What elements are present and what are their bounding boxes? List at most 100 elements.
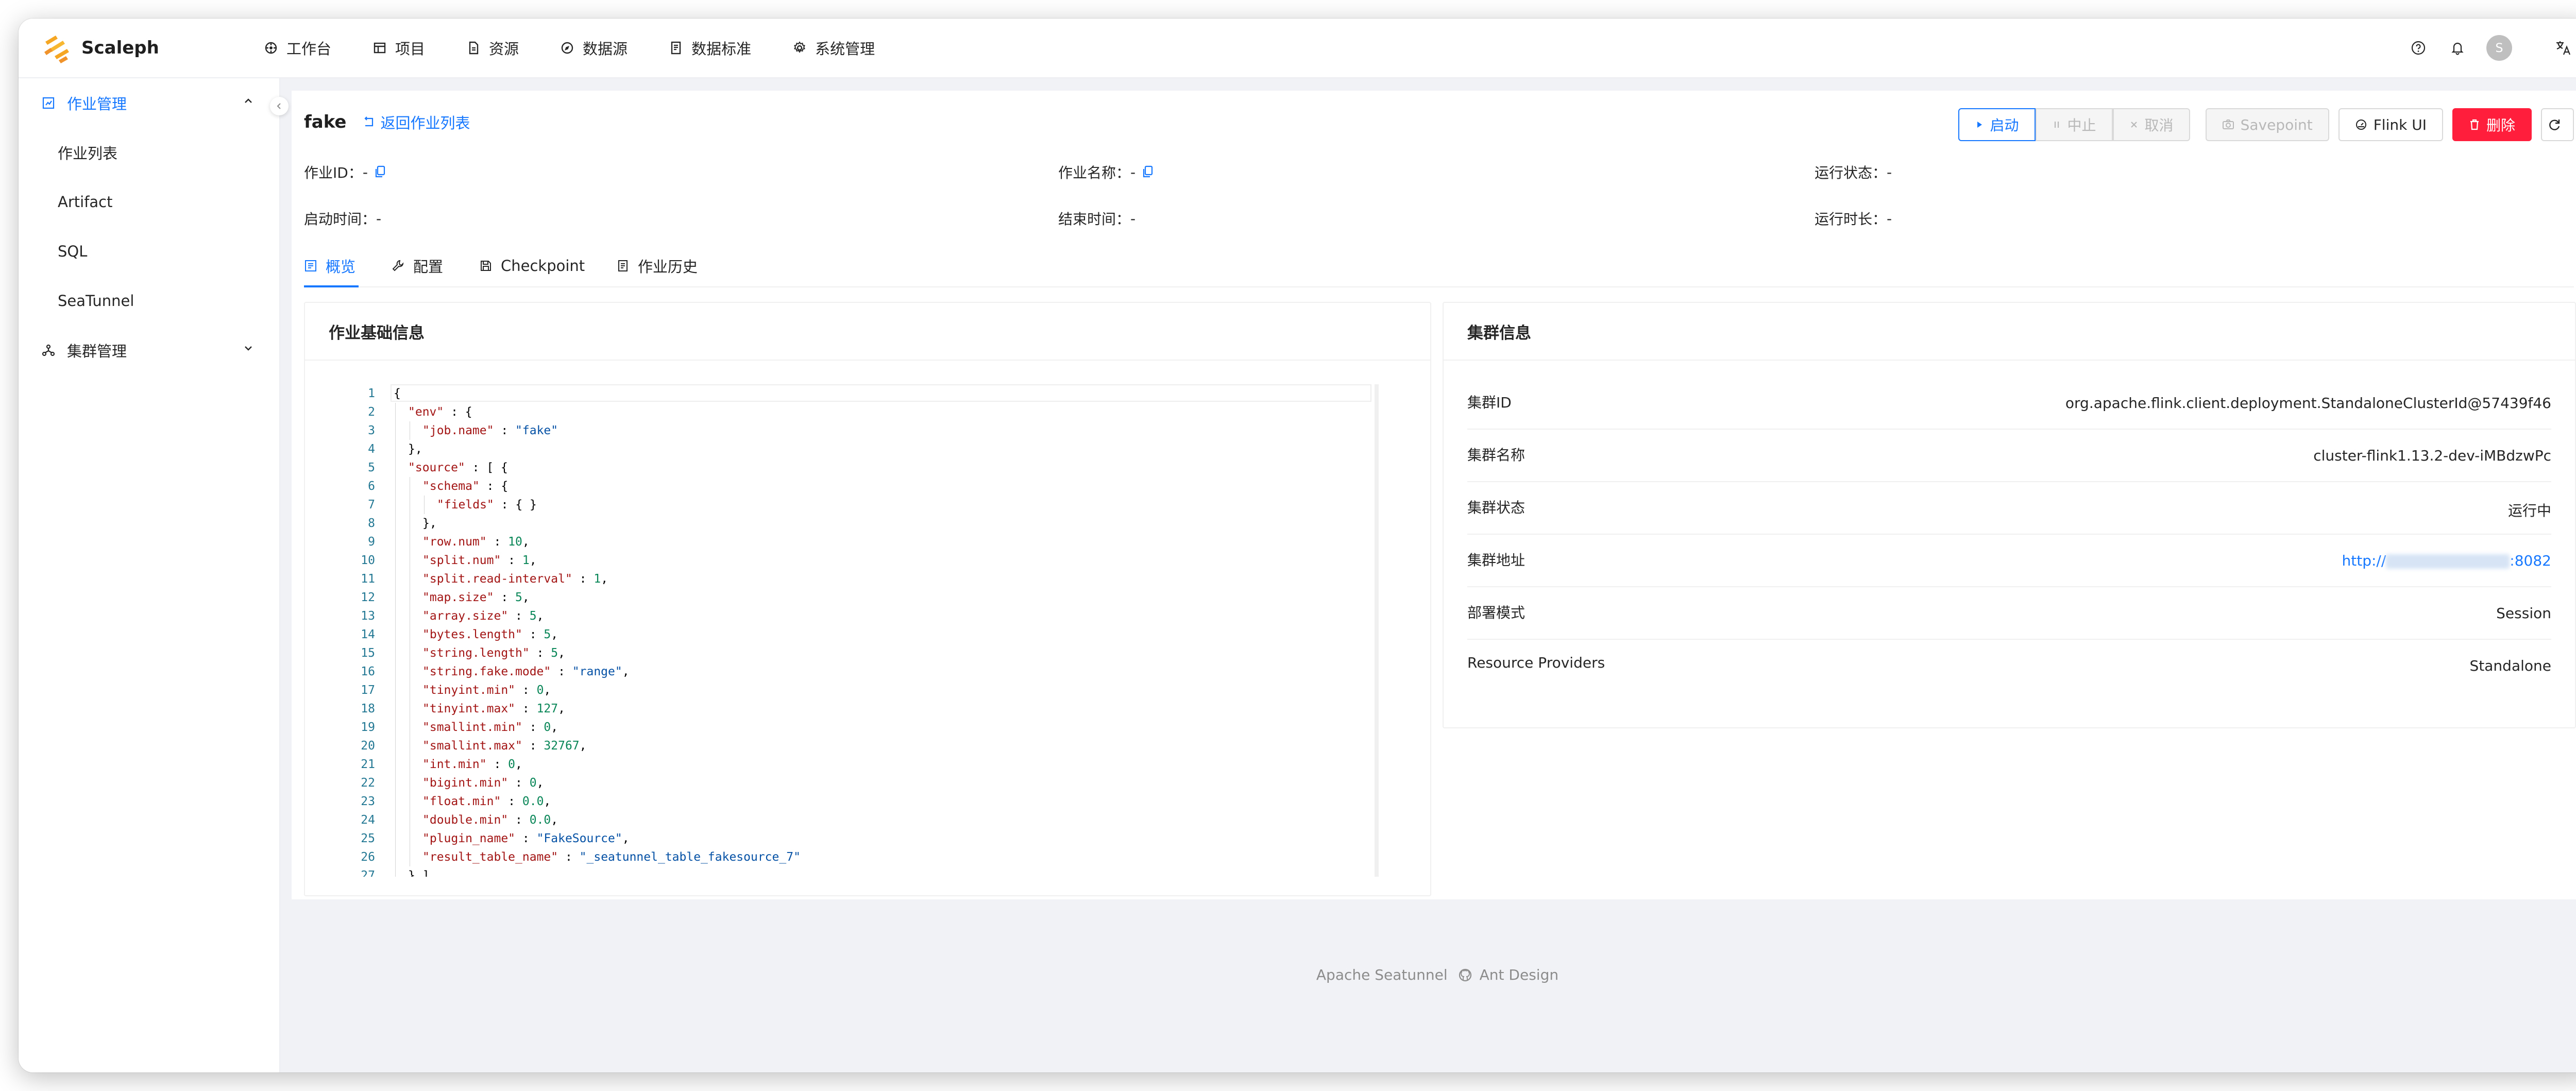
stop-button[interactable]: 中止 [2035,108,2113,141]
line-number: 16 [361,665,375,678]
page-header: fake 返回作业列表 [304,111,470,133]
copy-icon[interactable] [374,165,386,179]
code-token: "env" [408,405,444,419]
code-lines: 1{2 "env" : {3 "job.name" : "fake" 4}, 5 "sou… [331,384,1379,877]
code-token: 1 [522,554,530,567]
translate-icon[interactable] [2553,38,2574,58]
code-editor[interactable]: 1{2 "env" : {3 "job.name" : "fake" 4}, 5 "sou… [331,384,1379,877]
run-state-value: - [1887,163,1892,181]
code-token: "plugin_name" [422,832,516,845]
code-line: 3 "job.name" : "fake" [331,421,1379,440]
cluster-icon [42,344,55,356]
nav-item-system[interactable]: 系统管理 [792,37,875,59]
line-number: 22 [361,776,375,790]
nav-item-data-standard[interactable]: 数据标准 [669,37,751,59]
tab-config[interactable]: 配置 [392,245,443,286]
code-line: 10 "split.num" : 1, [331,551,1379,570]
back-to-job-list-link[interactable]: 返回作业列表 [362,111,470,133]
code-token: "double.min" [422,813,509,827]
code-text: } ], [408,866,436,877]
code-line: 25 "plugin_name" : "FakeSource", [331,829,1379,848]
nav-item-project[interactable]: 项目 [372,37,425,59]
duration-label: 运行时长： [1815,211,1887,228]
code-text: "row.num" : 10, [422,533,530,551]
code-line: 11 "split.read-interval" : 1, [331,570,1379,588]
code-text: "split.num" : 1, [422,551,537,570]
code-token: "tinyint.max" [422,702,516,715]
github-icon[interactable] [1458,968,1472,982]
refresh-icon [2549,120,2560,130]
sidebar-item-job-list[interactable]: 作业列表 [19,128,279,177]
play-icon [1977,122,1982,128]
code-token: : [486,758,509,771]
tab-label: 配置 [413,258,444,276]
sidebar-item-artifact[interactable]: Artifact [19,177,279,227]
code-token: 10 [508,535,522,549]
cancel-label: 取消 [2144,117,2174,134]
close-icon [2130,122,2137,128]
cluster-address-link[interactable]: http://:8082 [2342,552,2551,569]
nav-item-datasource[interactable]: 数据源 [560,37,628,59]
sidebar-group-cluster-management[interactable]: 集群管理 [19,326,279,375]
cancel-button[interactable]: 取消 [2112,108,2190,141]
nav-item-resource[interactable]: 资源 [466,37,519,59]
top-nav: 工作台 项目 资源 数据源 数据标准 系统管理 [264,19,916,77]
save-icon [481,261,491,271]
indent-guide [395,496,396,514]
footer-link-ant-design[interactable]: Ant Design [1480,966,1558,983]
flink-ui-button[interactable]: Flink UI [2338,108,2443,141]
code-token: "bytes.length" [422,628,522,641]
user-avatar[interactable]: S [2486,35,2512,61]
profile-icon [305,260,316,271]
indent-guide [395,625,396,644]
pause-icon [2054,122,2059,128]
start-time-field: 启动时间： - [304,208,381,229]
sidebar-item-seatunnel[interactable]: SeaTunnel [19,276,279,326]
header-actions: S [2389,19,2574,77]
start-label: 启动 [1990,117,2019,134]
row-label: 集群ID [1467,394,1512,411]
indent-guide [395,662,396,681]
footer-link-seatunnel[interactable]: Apache Seatunnel [1316,966,1448,983]
indent-guide [395,533,396,551]
tab-label: 概览 [326,258,356,276]
indent-guide [395,700,396,718]
help-icon[interactable] [2408,38,2429,58]
start-button[interactable]: 启动 [1958,108,2036,141]
savepoint-button[interactable]: Savepoint [2205,108,2329,141]
code-scrollbar[interactable] [1375,384,1379,877]
code-token: "row.num" [422,535,487,549]
nav-item-dashboard[interactable]: 工作台 [264,37,331,59]
line-number: 8 [368,517,375,530]
code-token: , [529,554,537,567]
code-line: 7 "fields" : { } [331,496,1379,514]
refresh-button[interactable] [2541,108,2574,141]
indent-guide [395,774,396,792]
delete-label: 删除 [2486,117,2515,134]
code-token: "array.size" [422,609,509,623]
job-icon [42,97,55,109]
line-number: 12 [361,591,375,604]
code-text: "double.min" : 0.0, [422,811,558,829]
cluster-info-row: 集群名称 cluster-flink1.13.2-dev-iMBdzwPc [1467,429,2551,482]
copy-icon[interactable] [1142,165,1154,179]
app-logo[interactable]: Scaleph [40,30,159,66]
code-text: "schema" : { [422,477,508,496]
book-icon [671,41,681,55]
code-line: 13 "array.size" : 5, [331,607,1379,625]
back-link-label: 返回作业列表 [380,114,470,132]
indent-guide [395,458,396,477]
chevron-up-icon [245,98,252,103]
sidebar-item-sql[interactable]: SQL [19,227,279,276]
delete-button[interactable]: 删除 [2452,108,2532,141]
code-token: : [486,535,509,549]
indent-guide [395,477,396,496]
sidebar-group-job-management[interactable]: 作业管理 [19,78,279,128]
code-token: , [522,591,530,604]
tab-job-history[interactable]: 作业历史 [616,245,698,286]
bell-icon[interactable] [2447,38,2468,58]
code-token: "fake" [515,424,558,437]
tab-checkpoint[interactable]: Checkpoint [479,245,585,286]
tab-overview[interactable]: 概览 [304,245,355,286]
sidebar-collapse-button[interactable] [270,97,289,115]
